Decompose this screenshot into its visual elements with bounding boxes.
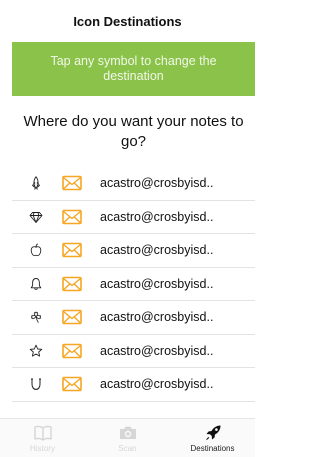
destination-email: acastro@crosbyisd.. — [100, 243, 214, 258]
destination-email: acastro@crosbyisd.. — [100, 343, 214, 358]
destination-list: acastro@crosbyisd.. acastro@crosbyisd.. … — [12, 167, 255, 402]
envelope-icon[interactable] — [54, 267, 90, 300]
camera-icon — [119, 426, 136, 439]
envelope-icon[interactable] — [54, 368, 90, 401]
destination-email: acastro@crosbyisd.. — [100, 209, 214, 224]
list-item[interactable]: acastro@crosbyisd.. — [12, 200, 255, 234]
tab-label: Scan — [118, 444, 137, 453]
tab-history[interactable]: History — [0, 419, 85, 457]
tab-scan[interactable]: Scan — [85, 419, 170, 457]
list-item[interactable]: acastro@crosbyisd.. — [12, 267, 255, 301]
page-title: Icon Destinations — [73, 13, 182, 29]
book-icon — [33, 425, 52, 441]
apple-icon[interactable] — [12, 234, 60, 267]
list-item[interactable]: acastro@crosbyisd.. — [12, 334, 255, 368]
star-icon[interactable] — [12, 334, 60, 367]
envelope-icon[interactable] — [54, 200, 90, 233]
envelope-icon[interactable] — [54, 167, 90, 200]
tab-bar: History Scan Destinations — [0, 418, 255, 457]
instruction-banner: Tap any symbol to change the destination — [12, 42, 255, 96]
tab-label: Destinations — [190, 444, 235, 453]
destination-email: acastro@crosbyisd.. — [100, 276, 214, 291]
nav-bar: Icon Destinations — [0, 0, 255, 42]
rocket-outline-icon[interactable] — [12, 167, 60, 200]
list-item[interactable]: acastro@crosbyisd.. — [12, 234, 255, 268]
destination-email: acastro@crosbyisd.. — [100, 176, 214, 191]
bell-icon[interactable] — [12, 267, 60, 300]
envelope-icon[interactable] — [54, 234, 90, 267]
rocket-icon — [205, 425, 220, 440]
tab-destinations[interactable]: Destinations — [170, 419, 255, 457]
tab-label: History — [30, 444, 55, 453]
clover-icon[interactable] — [12, 301, 60, 334]
list-item[interactable]: acastro@crosbyisd.. — [12, 301, 255, 335]
envelope-icon[interactable] — [54, 301, 90, 334]
instruction-text: Tap any symbol to change the destination — [50, 54, 217, 83]
diamond-icon[interactable] — [12, 200, 60, 233]
list-item[interactable]: acastro@crosbyisd.. — [12, 167, 255, 201]
destination-email: acastro@crosbyisd.. — [100, 377, 214, 392]
list-item[interactable]: acastro@crosbyisd.. — [12, 368, 255, 402]
question-heading: Where do you want your notes to go? — [23, 113, 244, 150]
horseshoe-icon[interactable] — [12, 368, 60, 401]
destination-email: acastro@crosbyisd.. — [100, 310, 214, 325]
envelope-icon[interactable] — [54, 334, 90, 367]
